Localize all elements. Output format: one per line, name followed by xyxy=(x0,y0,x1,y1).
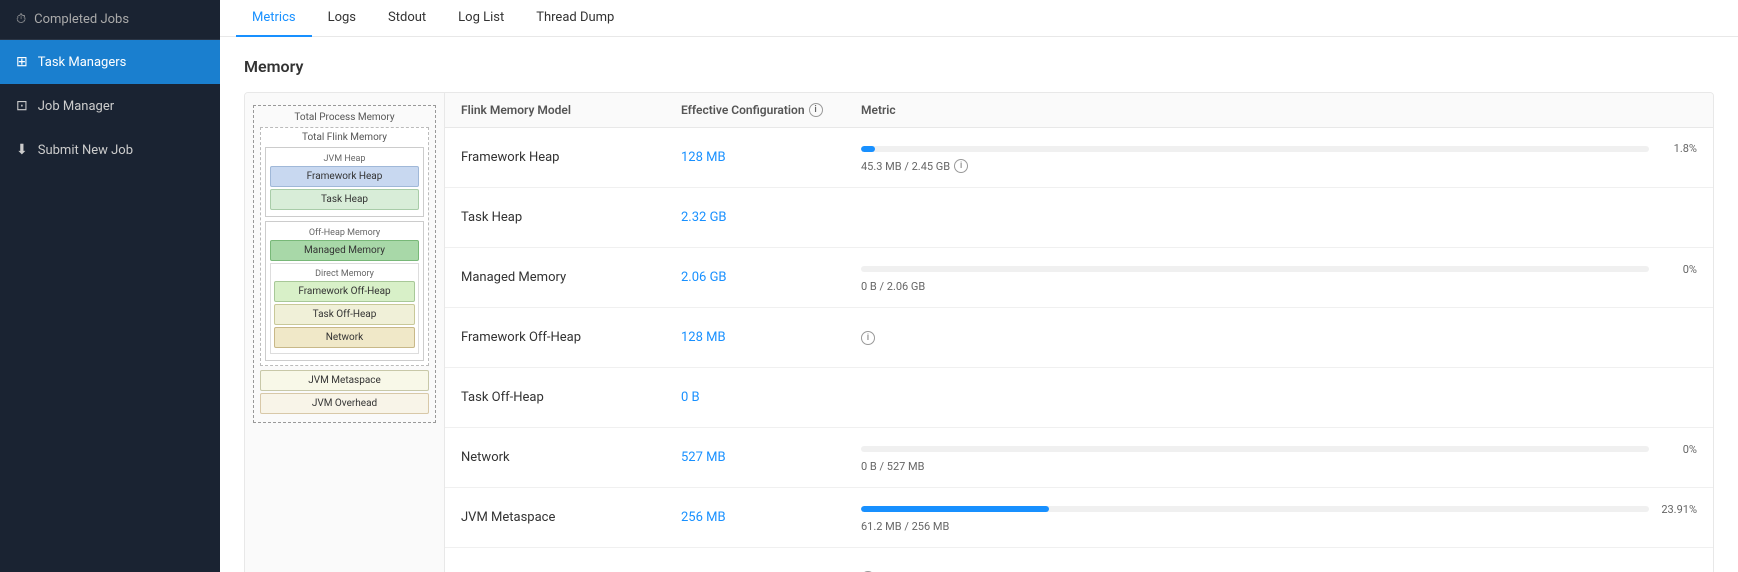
memory-container: Total Process Memory Total Flink Memory … xyxy=(244,92,1714,572)
diagram-inner-label: Total Flink Memory xyxy=(265,132,424,143)
progress-pct-2: 0% xyxy=(1657,263,1697,276)
progress-row-5: 0% xyxy=(861,443,1697,456)
diagram-jvm-meta: JVM Metaspace xyxy=(260,370,429,391)
table-row: Framework Off-Heap 128 MB i xyxy=(445,308,1713,368)
diagram-task-heap: Task Heap xyxy=(270,189,419,210)
row-name-4: Task Off-Heap xyxy=(461,390,681,405)
tab-thread-dump[interactable]: Thread Dump xyxy=(520,0,630,37)
sidebar-item-submit-job-label: Submit New Job xyxy=(38,143,133,158)
col-header-metric: Metric xyxy=(861,103,1697,117)
row-config-1: 2.32 GB xyxy=(681,210,861,225)
tab-metrics[interactable]: Metrics xyxy=(236,0,312,37)
table-row: Task Off-Heap 0 B xyxy=(445,368,1713,428)
content-area: Memory Total Process Memory Total Flink … xyxy=(220,37,1738,572)
sidebar-item-task-managers[interactable]: ⊞ Task Managers xyxy=(0,40,220,84)
diagram-outer-label: Total Process Memory xyxy=(260,112,429,123)
row-config-6: 256 MB xyxy=(681,510,861,525)
table-row: JVM Metaspace 256 MB 23.91% 61.2 MB / 25… xyxy=(445,488,1713,548)
metric-sub-0: 45.3 MB / 2.45 GB i xyxy=(861,159,1697,173)
section-title: Memory xyxy=(244,57,1714,76)
row-config-3: 128 MB xyxy=(681,330,861,345)
memory-diagram: Total Process Memory Total Flink Memory … xyxy=(245,93,445,572)
submit-job-icon: ⬇ xyxy=(16,142,28,158)
metric-sub-6: 61.2 MB / 256 MB xyxy=(861,520,1697,533)
diagram-off-heap: Off-Heap Memory Managed Memory Direct Me… xyxy=(265,221,424,361)
table-row: Framework Heap 128 MB 1.8% 45.3 MB / 2.4… xyxy=(445,128,1713,188)
diagram-outer-box: Total Process Memory Total Flink Memory … xyxy=(253,105,436,423)
progress-row-2: 0% xyxy=(861,263,1697,276)
row-name-3: Framework Off-Heap xyxy=(461,330,681,345)
diagram-network: Network xyxy=(274,327,415,348)
tab-stdout[interactable]: Stdout xyxy=(372,0,442,37)
progress-pct-0: 1.8% xyxy=(1657,142,1697,155)
diagram-direct: Direct Memory Framework Off-Heap Task Of… xyxy=(270,263,419,354)
progress-bar-6 xyxy=(861,506,1649,512)
memory-table: Flink Memory Model Effective Configurati… xyxy=(445,93,1713,572)
table-row: Task Heap 2.32 GB xyxy=(445,188,1713,248)
table-row: Managed Memory 2.06 GB 0% 0 B / 2.06 GB xyxy=(445,248,1713,308)
tab-bar: Metrics Logs Stdout Log List Thread Dump xyxy=(220,0,1738,37)
main-content: Metrics Logs Stdout Log List Thread Dump… xyxy=(220,0,1738,572)
progress-fill-6 xyxy=(861,506,1049,512)
table-row: JVM Overhead 614 MB i xyxy=(445,548,1713,572)
progress-bar-0 xyxy=(861,146,1649,152)
jvm-heap-label: JVM Heap xyxy=(270,154,419,164)
diagram-inner-box: Total Flink Memory JVM Heap Framework He… xyxy=(260,127,429,366)
progress-pct-6: 23.91% xyxy=(1657,503,1697,516)
row-metric-5: 0% 0 B / 527 MB xyxy=(861,433,1697,483)
row-name-2: Managed Memory xyxy=(461,270,681,285)
col-header-config: Effective Configuration i xyxy=(681,103,861,117)
off-heap-label: Off-Heap Memory xyxy=(270,228,419,238)
row-name-6: JVM Metaspace xyxy=(461,510,681,525)
metric-sub-2: 0 B / 2.06 GB xyxy=(861,280,1697,293)
diagram-task-off: Task Off-Heap xyxy=(274,304,415,325)
col-header-model: Flink Memory Model xyxy=(461,103,681,117)
diagram-jvm-overhead: JVM Overhead xyxy=(260,393,429,414)
progress-fill-0 xyxy=(861,146,875,152)
sidebar: ⏱ Completed Jobs ⊞ Task Managers ⊡ Job M… xyxy=(0,0,220,572)
task-managers-icon: ⊞ xyxy=(16,54,28,70)
row-metric-2: 0% 0 B / 2.06 GB xyxy=(861,253,1697,303)
progress-bar-2 xyxy=(861,266,1649,272)
diagram-jvm-heap: JVM Heap Framework Heap Task Heap xyxy=(265,147,424,217)
completed-jobs-icon: ⏱ xyxy=(16,12,26,27)
row-metric-3: i xyxy=(861,321,1697,355)
row-config-4: 0 B xyxy=(681,390,861,405)
config-info-icon[interactable]: i xyxy=(809,103,823,117)
row-metric-1 xyxy=(861,208,1697,228)
row-name-0: Framework Heap xyxy=(461,150,681,165)
row-metric-6: 23.91% 61.2 MB / 256 MB xyxy=(861,493,1697,543)
diagram-managed: Managed Memory xyxy=(270,240,419,261)
sidebar-header-label: Completed Jobs xyxy=(34,12,129,27)
row-name-1: Task Heap xyxy=(461,210,681,225)
diagram-framework-heap: Framework Heap xyxy=(270,166,419,187)
direct-label: Direct Memory xyxy=(274,269,415,279)
sidebar-header: ⏱ Completed Jobs xyxy=(0,0,220,40)
row-metric-4 xyxy=(861,388,1697,408)
progress-row-0: 1.8% xyxy=(861,142,1697,155)
sidebar-item-job-manager[interactable]: ⊡ Job Manager xyxy=(0,84,220,128)
row-metric-7: i xyxy=(861,561,1697,572)
diagram-framework-off: Framework Off-Heap xyxy=(274,281,415,302)
job-manager-icon: ⊡ xyxy=(16,98,28,114)
row-metric-0: 1.8% 45.3 MB / 2.45 GB i xyxy=(861,132,1697,183)
row-info-icon-0[interactable]: i xyxy=(954,159,968,173)
progress-row-6: 23.91% xyxy=(861,503,1697,516)
progress-pct-5: 0% xyxy=(1657,443,1697,456)
row-info-icon-3[interactable]: i xyxy=(861,331,875,345)
tab-log-list[interactable]: Log List xyxy=(442,0,520,37)
metric-sub-5: 0 B / 527 MB xyxy=(861,460,1697,473)
progress-bar-5 xyxy=(861,446,1649,452)
row-name-5: Network xyxy=(461,450,681,465)
sidebar-item-task-managers-label: Task Managers xyxy=(38,55,127,70)
sidebar-item-job-manager-label: Job Manager xyxy=(38,99,114,114)
tab-logs[interactable]: Logs xyxy=(312,0,372,37)
row-config-0: 128 MB xyxy=(681,150,861,165)
table-header: Flink Memory Model Effective Configurati… xyxy=(445,93,1713,128)
row-config-5: 527 MB xyxy=(681,450,861,465)
sidebar-item-submit-job[interactable]: ⬇ Submit New Job xyxy=(0,128,220,172)
row-config-2: 2.06 GB xyxy=(681,270,861,285)
table-row: Network 527 MB 0% 0 B / 527 MB xyxy=(445,428,1713,488)
